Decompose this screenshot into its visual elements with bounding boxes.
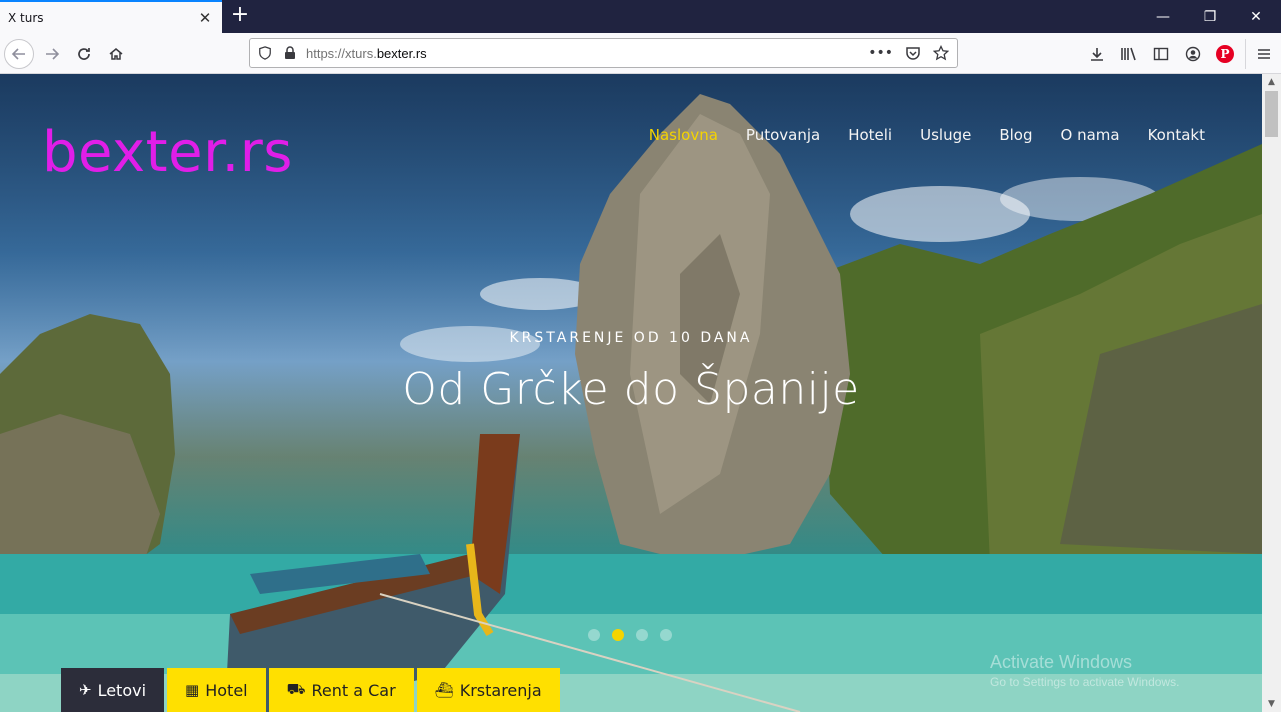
menu-button[interactable] (1245, 39, 1281, 69)
minimize-button[interactable]: — (1140, 0, 1186, 33)
url-scheme: https://xturs. (306, 45, 377, 61)
slider-dot[interactable] (588, 629, 600, 641)
booking-tabs: ✈ Letovi ▦ Hotel ⛟ Rent a Car ⛴ Krstaren… (61, 668, 560, 712)
nav-item-putovanja[interactable]: Putovanja (746, 126, 820, 144)
close-window-button[interactable]: ✕ (1233, 0, 1279, 33)
forward-button[interactable] (37, 39, 67, 69)
back-arrow-icon (11, 48, 25, 60)
scroll-up-arrow-icon[interactable]: ▲ (1262, 74, 1281, 90)
tab-close-icon[interactable]: ✕ (196, 9, 214, 27)
account-icon (1185, 46, 1201, 62)
site-nav: Naslovna Putovanja Hoteli Usluge Blog O … (649, 126, 1205, 144)
tab-label: Hotel (205, 680, 248, 700)
activate-title: Activate Windows (990, 652, 1133, 672)
tab-rent-a-car[interactable]: ⛟ Rent a Car (268, 668, 414, 712)
ship-icon: ⛴ (434, 681, 454, 699)
forward-arrow-icon (46, 48, 60, 60)
slider-dot[interactable] (636, 629, 648, 641)
back-button[interactable] (4, 39, 34, 69)
browser-toolbar: https://xturs.bexter.rs ••• P (0, 33, 1281, 74)
home-button[interactable] (101, 39, 131, 69)
tab-krstarenja[interactable]: ⛴ Krstarenja (416, 668, 560, 712)
download-icon (1091, 48, 1103, 61)
slider-dot-active[interactable] (612, 629, 624, 641)
sidebar-button[interactable] (1145, 39, 1177, 69)
shield-icon[interactable] (258, 46, 272, 60)
activate-windows-watermark: Activate Windows Go to Settings to activ… (990, 652, 1179, 689)
hero-title: Od Grčke do Španije (402, 364, 860, 415)
hotel-icon: ▦ (185, 681, 200, 699)
sidebar-icon (1153, 47, 1169, 61)
site-logo[interactable]: bexter.rs (42, 120, 293, 185)
activate-hint: Go to Settings to activate Windows. (990, 675, 1180, 689)
tab-hotel[interactable]: ▦ Hotel (167, 668, 266, 712)
bookmark-star-icon[interactable] (933, 45, 949, 61)
slider-dots (588, 629, 672, 641)
nav-item-o-nama[interactable]: O nama (1061, 126, 1120, 144)
nav-item-usluge[interactable]: Usluge (920, 126, 971, 144)
tab-label: Letovi (97, 680, 147, 700)
url-domain: bexter.rs (376, 45, 427, 61)
restore-button[interactable]: ❐ (1187, 0, 1233, 33)
tab-label: Krstarenja (459, 680, 542, 700)
car-icon: ⛟ (286, 680, 306, 698)
tab-letovi[interactable]: ✈ Letovi (61, 668, 165, 712)
browser-tab[interactable]: X turs ✕ (0, 0, 222, 33)
nav-item-kontakt[interactable]: Kontakt (1148, 126, 1205, 144)
plane-icon: ✈ (79, 681, 92, 699)
account-button[interactable] (1177, 39, 1209, 69)
reload-icon (78, 48, 90, 60)
page-actions-icon[interactable]: ••• (868, 45, 893, 61)
pinterest-button[interactable]: P (1209, 39, 1241, 69)
lock-icon[interactable] (284, 46, 296, 60)
downloads-button[interactable] (1081, 39, 1113, 69)
pocket-icon[interactable] (905, 45, 921, 61)
home-icon (109, 48, 123, 60)
library-button[interactable] (1113, 39, 1145, 69)
scrollbar-thumb[interactable] (1265, 91, 1278, 137)
tab-title: X turs (8, 10, 44, 25)
pinterest-icon: P (1216, 45, 1234, 63)
page-viewport: bexter.rs Naslovna Putovanja Hoteli Uslu… (0, 74, 1262, 712)
page-scrollbar[interactable]: ▲ ▼ (1262, 74, 1281, 712)
nav-item-naslovna[interactable]: Naslovna (649, 126, 718, 144)
library-icon (1121, 47, 1136, 61)
reload-button[interactable] (69, 39, 99, 69)
tab-label: Rent a Car (311, 680, 396, 700)
hero-subtitle: KRSTARENJE OD 10 DANA (509, 330, 753, 346)
url-bar[interactable]: https://xturs.bexter.rs ••• (249, 38, 958, 68)
hamburger-menu-icon (1257, 49, 1270, 59)
slider-dot[interactable] (660, 629, 672, 641)
tab-strip: X turs ✕ + — ❐ ✕ (0, 0, 1281, 33)
nav-item-blog[interactable]: Blog (999, 126, 1032, 144)
nav-item-hoteli[interactable]: Hoteli (848, 126, 892, 144)
scroll-down-arrow-icon[interactable]: ▼ (1262, 696, 1281, 712)
url-text[interactable]: https://xturs.bexter.rs (306, 46, 868, 61)
new-tab-button[interactable]: + (228, 4, 252, 28)
